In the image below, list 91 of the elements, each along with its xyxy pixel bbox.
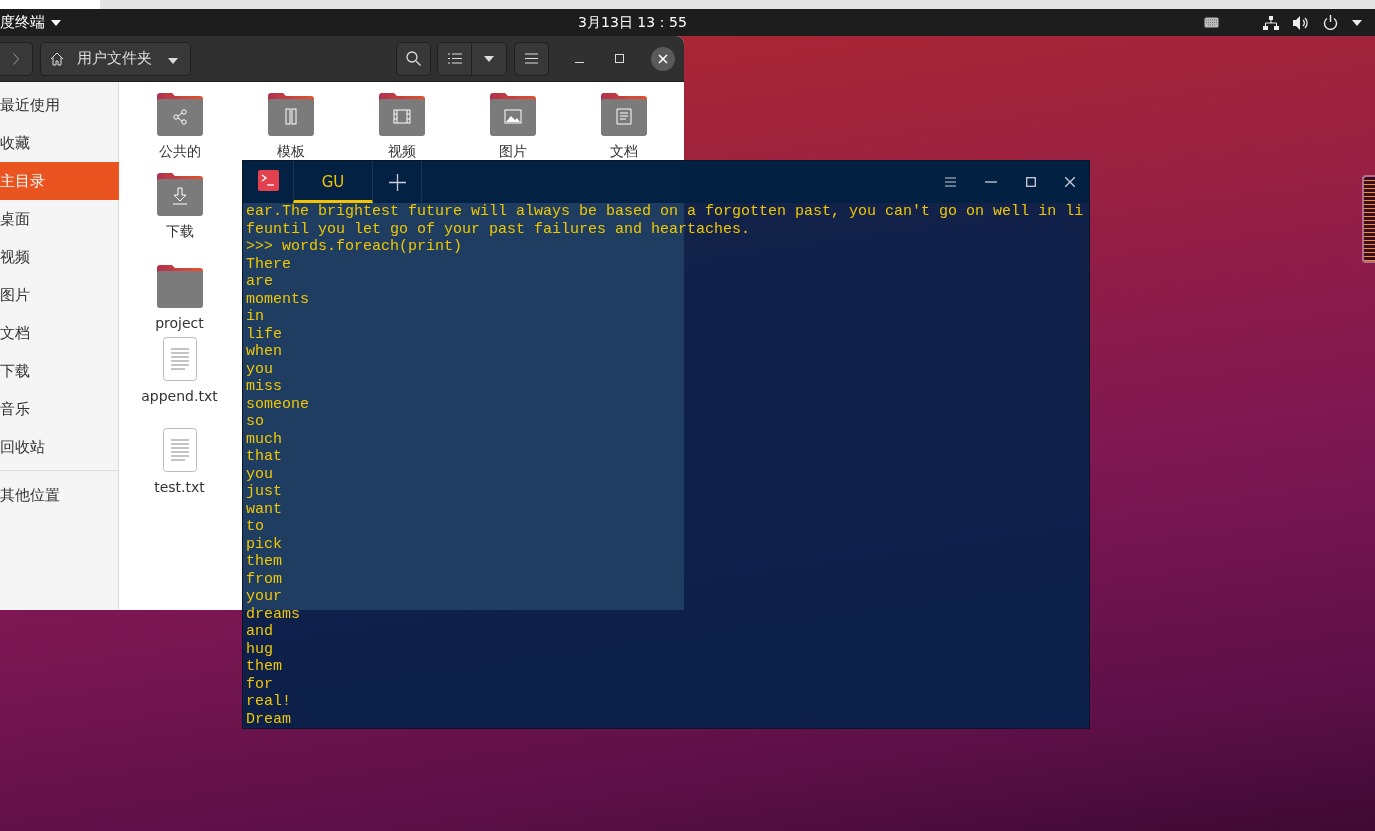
sidebar-item[interactable]: 其他位置 <box>0 476 119 514</box>
chevron-icon <box>13 52 19 65</box>
clock-button[interactable]: 3月13日 13：55 <box>574 9 691 36</box>
caret-icon <box>168 57 178 64</box>
sidebar-item[interactable]: 视频 <box>0 238 119 276</box>
terminal-line: you <box>246 360 273 378</box>
sidebar-item[interactable]: 主目录 <box>0 162 119 200</box>
search-button[interactable] <box>396 41 431 76</box>
terminal-line: someone <box>246 395 309 413</box>
terminal-line: that <box>246 448 282 465</box>
sidebar-item[interactable]: 下载 <box>0 352 119 390</box>
terminal-line: from <box>246 570 282 588</box>
menu-button[interactable] <box>514 41 549 76</box>
terminal-line: want <box>246 500 282 518</box>
menu-icon <box>945 177 956 187</box>
terminal-line: pick <box>246 535 282 553</box>
plus-icon <box>388 173 406 191</box>
power-icon[interactable] <box>1323 15 1338 30</box>
terminal-line: life <box>246 325 282 343</box>
terminal-line: are <box>246 273 273 290</box>
close-icon <box>1065 177 1075 187</box>
download-folder-icon[interactable] <box>156 172 203 216</box>
search-icon <box>406 51 421 66</box>
file-name: 图片 <box>498 142 527 160</box>
terminal-line: for <box>246 675 273 693</box>
view-options-button[interactable] <box>472 41 507 76</box>
terminal-line: and <box>246 623 273 640</box>
terminal-line: so <box>246 413 264 430</box>
home-icon <box>50 51 64 66</box>
folder-icon[interactable] <box>156 264 203 308</box>
terminal-app-icon <box>258 169 279 191</box>
file-name: 公共的 <box>158 142 201 160</box>
terminal-line: feuntil you let go of your past failures and heartaches. <box>246 220 751 238</box>
terminal-line: just <box>246 483 282 500</box>
document-folder-icon[interactable] <box>600 92 647 136</box>
terminal-line: dreams <box>246 605 300 623</box>
terminal-line: in <box>246 308 264 325</box>
picture-folder-icon[interactable] <box>489 92 536 136</box>
location-button[interactable]: 用户文件夹 <box>40 41 191 76</box>
terminal-line: >>> words.foreach(print) <box>246 238 463 255</box>
maximize-button[interactable] <box>1026 177 1036 187</box>
shared-folder-icon[interactable] <box>156 92 203 136</box>
file-name: append.txt <box>141 387 218 405</box>
menu-icon <box>525 53 538 64</box>
file-name: 模板 <box>276 142 305 160</box>
terminal-line: when <box>246 343 282 360</box>
minimize-icon <box>985 181 997 183</box>
maximize-icon <box>615 54 624 63</box>
terminal-line: There <box>246 255 291 273</box>
caret-icon <box>484 55 494 62</box>
template-folder-icon[interactable] <box>267 92 314 136</box>
maximize-icon <box>1026 177 1036 187</box>
terminal-line: Dream <box>246 710 291 728</box>
file-name: project <box>155 314 204 332</box>
file-name: test.txt <box>154 478 205 496</box>
sidebar-item[interactable]: 文档 <box>0 314 119 352</box>
terminal-line: moments <box>246 290 309 308</box>
video-folder-icon[interactable] <box>378 92 425 136</box>
sidebar-item[interactable]: 图片 <box>0 276 119 314</box>
sidebar-item[interactable]: 收藏 <box>0 124 119 162</box>
sidebar-item[interactable]: 回收站 <box>0 428 119 466</box>
terminal-line: you <box>246 465 273 483</box>
keyboard-icon[interactable] <box>1204 17 1219 28</box>
close-button[interactable] <box>1065 177 1075 187</box>
close-icon <box>651 46 675 71</box>
terminal-line: hug <box>246 640 273 658</box>
minimize-icon <box>575 62 584 63</box>
file-name: 视频 <box>387 142 416 160</box>
network-icon[interactable] <box>1263 15 1279 30</box>
maximize-button[interactable] <box>615 54 624 63</box>
volume-icon[interactable] <box>1293 15 1309 30</box>
list-view-button[interactable] <box>437 41 472 76</box>
terminal-line: ear.The brightest future will always be based on a forgotten past, you can't go on well in li <box>246 203 1084 220</box>
terminal-line: them <box>246 658 282 675</box>
sidebar-item[interactable]: 音乐 <box>0 390 119 428</box>
terminal-line: to <box>246 518 264 535</box>
caret-icon <box>51 19 61 26</box>
terminal-line: them <box>246 553 282 570</box>
sidebar-item[interactable]: 桌面 <box>0 200 119 238</box>
terminal-line: real! <box>246 693 291 710</box>
terminal-line: your <box>246 588 282 605</box>
app-menu-button[interactable]: 度终端 <box>0 9 61 36</box>
terminal-line: much <box>246 430 282 448</box>
list-icon <box>447 53 462 64</box>
caret-icon <box>1352 19 1362 26</box>
file-name: 下载 <box>165 222 194 240</box>
sidebar-item[interactable]: 最近使用 <box>0 86 119 124</box>
terminal-line: miss <box>246 378 282 395</box>
close-button[interactable] <box>651 46 675 71</box>
terminal-tab[interactable]: GU <box>293 161 373 203</box>
file-name: 文档 <box>609 142 638 160</box>
